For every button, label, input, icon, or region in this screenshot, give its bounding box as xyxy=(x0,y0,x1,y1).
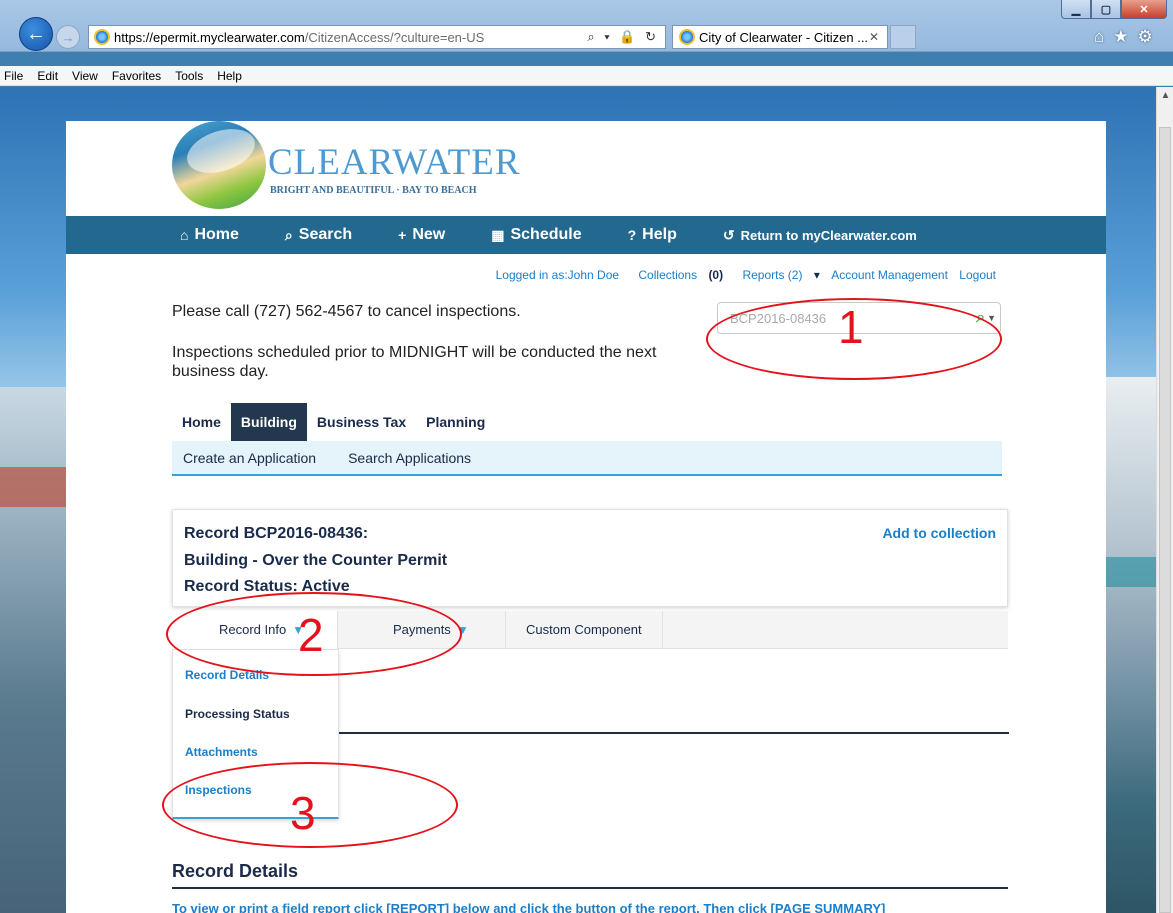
return-icon: ↺ xyxy=(722,226,735,243)
account-management-link[interactable]: Account Management xyxy=(831,268,948,282)
scroll-thumb[interactable] xyxy=(1159,127,1171,913)
menu-edit[interactable]: Edit xyxy=(37,69,58,83)
calendar-icon: ▦ xyxy=(491,226,505,243)
close-window-button[interactable]: ✕ xyxy=(1121,0,1167,19)
record-details-text: To view or print a field report click [R… xyxy=(172,901,886,913)
maximize-button[interactable]: ▢ xyxy=(1091,0,1121,19)
logged-in-label: Logged in as:John Doe xyxy=(495,268,620,282)
nav-search-label: Search xyxy=(298,226,353,243)
menu-favorites[interactable]: Favorites xyxy=(112,69,161,83)
browser-tab[interactable]: City of Clearwater - Citizen ... ✕ xyxy=(672,25,888,49)
question-icon: ? xyxy=(627,227,637,243)
tab-planning[interactable]: Planning xyxy=(416,403,495,441)
nav-help-label: Help xyxy=(642,226,677,243)
tab-home[interactable]: Home xyxy=(172,403,231,441)
tab-close-icon[interactable]: ✕ xyxy=(869,30,879,44)
logo-name: CLEARWATER xyxy=(268,142,521,183)
back-arrow-icon: ← xyxy=(26,22,46,45)
nav-home-label: Home xyxy=(194,226,239,243)
nav-return-label: Return to myClearwater.com xyxy=(740,227,917,243)
plus-icon: + xyxy=(398,227,407,243)
new-tab-button[interactable] xyxy=(890,25,916,49)
menu-bar: File Edit View Favorites Tools Help xyxy=(0,66,1173,86)
collections-label: Collections xyxy=(638,268,698,282)
clearwater-logo[interactable]: CLEARWATER BRIGHT AND BEAUTIFUL · BAY TO… xyxy=(172,121,522,209)
dropdown-processing-status[interactable]: Processing Status xyxy=(185,707,290,721)
url-path: /CitizenAccess/?culture=en-US xyxy=(304,29,485,45)
midnight-notice: Inspections scheduled prior to MIDNIGHT … xyxy=(172,344,657,380)
home-icon: ⌂ xyxy=(180,227,189,243)
minimize-button[interactable]: ▁ xyxy=(1061,0,1091,19)
ie-icon xyxy=(94,29,110,45)
menu-view[interactable]: View xyxy=(72,69,98,83)
url-domain: epermit.myclearwater.com xyxy=(153,29,305,45)
dropdown-attachments[interactable]: Attachments xyxy=(185,745,258,759)
tab-title: City of Clearwater - Citizen ... xyxy=(699,29,869,45)
nav-schedule[interactable]: ▦ Schedule xyxy=(491,226,581,244)
tab-ie-icon xyxy=(679,29,695,45)
collections-link[interactable]: Collections (0) xyxy=(630,268,723,282)
nav-return[interactable]: ↺ Return to myClearwater.com xyxy=(723,227,917,244)
logo-tagline: BRIGHT AND BEAUTIFUL · BAY TO BEACH xyxy=(270,185,477,196)
create-application-link[interactable]: Create an Application xyxy=(183,450,316,466)
nav-search[interactable]: ⌕ Search xyxy=(285,226,352,244)
search-applications-link[interactable]: Search Applications xyxy=(348,450,471,466)
forward-button[interactable]: → xyxy=(56,25,80,49)
nav-new-label: New xyxy=(412,226,446,243)
scroll-up-icon[interactable]: ▲ xyxy=(1157,87,1173,104)
vertical-scrollbar[interactable]: ▲ xyxy=(1156,87,1173,913)
nav-schedule-label: Schedule xyxy=(510,226,582,243)
background-photo-right xyxy=(1106,377,1156,913)
add-to-collection-link[interactable]: Add to collection xyxy=(882,525,996,541)
record-type: Building - Over the Counter Permit xyxy=(184,552,448,569)
background-photo-left xyxy=(0,387,66,913)
menu-file[interactable]: File xyxy=(4,69,23,83)
annotation-number-1: 1 xyxy=(838,301,864,353)
cancel-notice: Please call (727) 562-4567 to cancel ins… xyxy=(172,303,521,320)
reports-link[interactable]: Reports (2) ▾ xyxy=(734,268,819,282)
favorites-star-icon[interactable]: ★ xyxy=(1113,27,1128,47)
user-bar: Logged in as:John Doe Collections (0) Re… xyxy=(66,268,996,282)
nav-help[interactable]: ? Help xyxy=(628,226,677,244)
address-tools-icons[interactable]: ⌕ ▾ 🔒 ↻ xyxy=(587,29,659,45)
chevron-down-icon: ▾ xyxy=(813,268,820,282)
back-button[interactable]: ← xyxy=(19,17,53,51)
gear-icon[interactable]: ⚙ xyxy=(1138,27,1153,47)
address-bar[interactable]: https:// epermit.myclearwater.com /Citiz… xyxy=(88,25,666,49)
reports-label: Reports (2) xyxy=(742,268,803,282)
collections-count: (0) xyxy=(708,268,724,282)
logout-link[interactable]: Logout xyxy=(959,268,996,282)
nav-home[interactable]: ⌂ Home xyxy=(180,226,239,244)
annotation-number-3: 3 xyxy=(290,787,316,839)
logo-wave-icon xyxy=(172,121,266,209)
search-icon: ⌕ xyxy=(284,226,293,243)
browser-titlebar: ▁ ▢ ✕ ← → https:// epermit.myclearwater.… xyxy=(0,0,1173,52)
divider xyxy=(339,732,1009,734)
window-controls: ▁ ▢ ✕ xyxy=(1061,0,1167,19)
tab-building[interactable]: Building xyxy=(230,403,307,448)
annotation-number-2: 2 xyxy=(298,609,324,661)
browser-right-icons: ⌂ ★ ⚙ xyxy=(1094,27,1153,47)
home-icon[interactable]: ⌂ xyxy=(1094,27,1104,47)
module-tabs: Home Building Business Tax Planning xyxy=(172,403,495,448)
forward-arrow-icon: → xyxy=(61,29,75,45)
main-nav: ⌂ Home ⌕ Search + New ▦ Schedule ? Help ↺ Retu… xyxy=(66,216,1106,254)
menu-help[interactable]: Help xyxy=(217,69,242,83)
tab-custom-component[interactable]: Custom Component xyxy=(506,610,663,649)
sub-nav: Create an Application Search Application… xyxy=(172,441,1002,476)
nav-new[interactable]: + New xyxy=(398,226,445,244)
tab-business-tax[interactable]: Business Tax xyxy=(307,403,416,441)
menu-tools[interactable]: Tools xyxy=(175,69,203,83)
record-details-heading: Record Details xyxy=(172,861,299,881)
url-protocol: https:// xyxy=(114,29,154,45)
record-id: Record BCP2016-08436: xyxy=(184,525,369,542)
divider xyxy=(172,887,1008,889)
